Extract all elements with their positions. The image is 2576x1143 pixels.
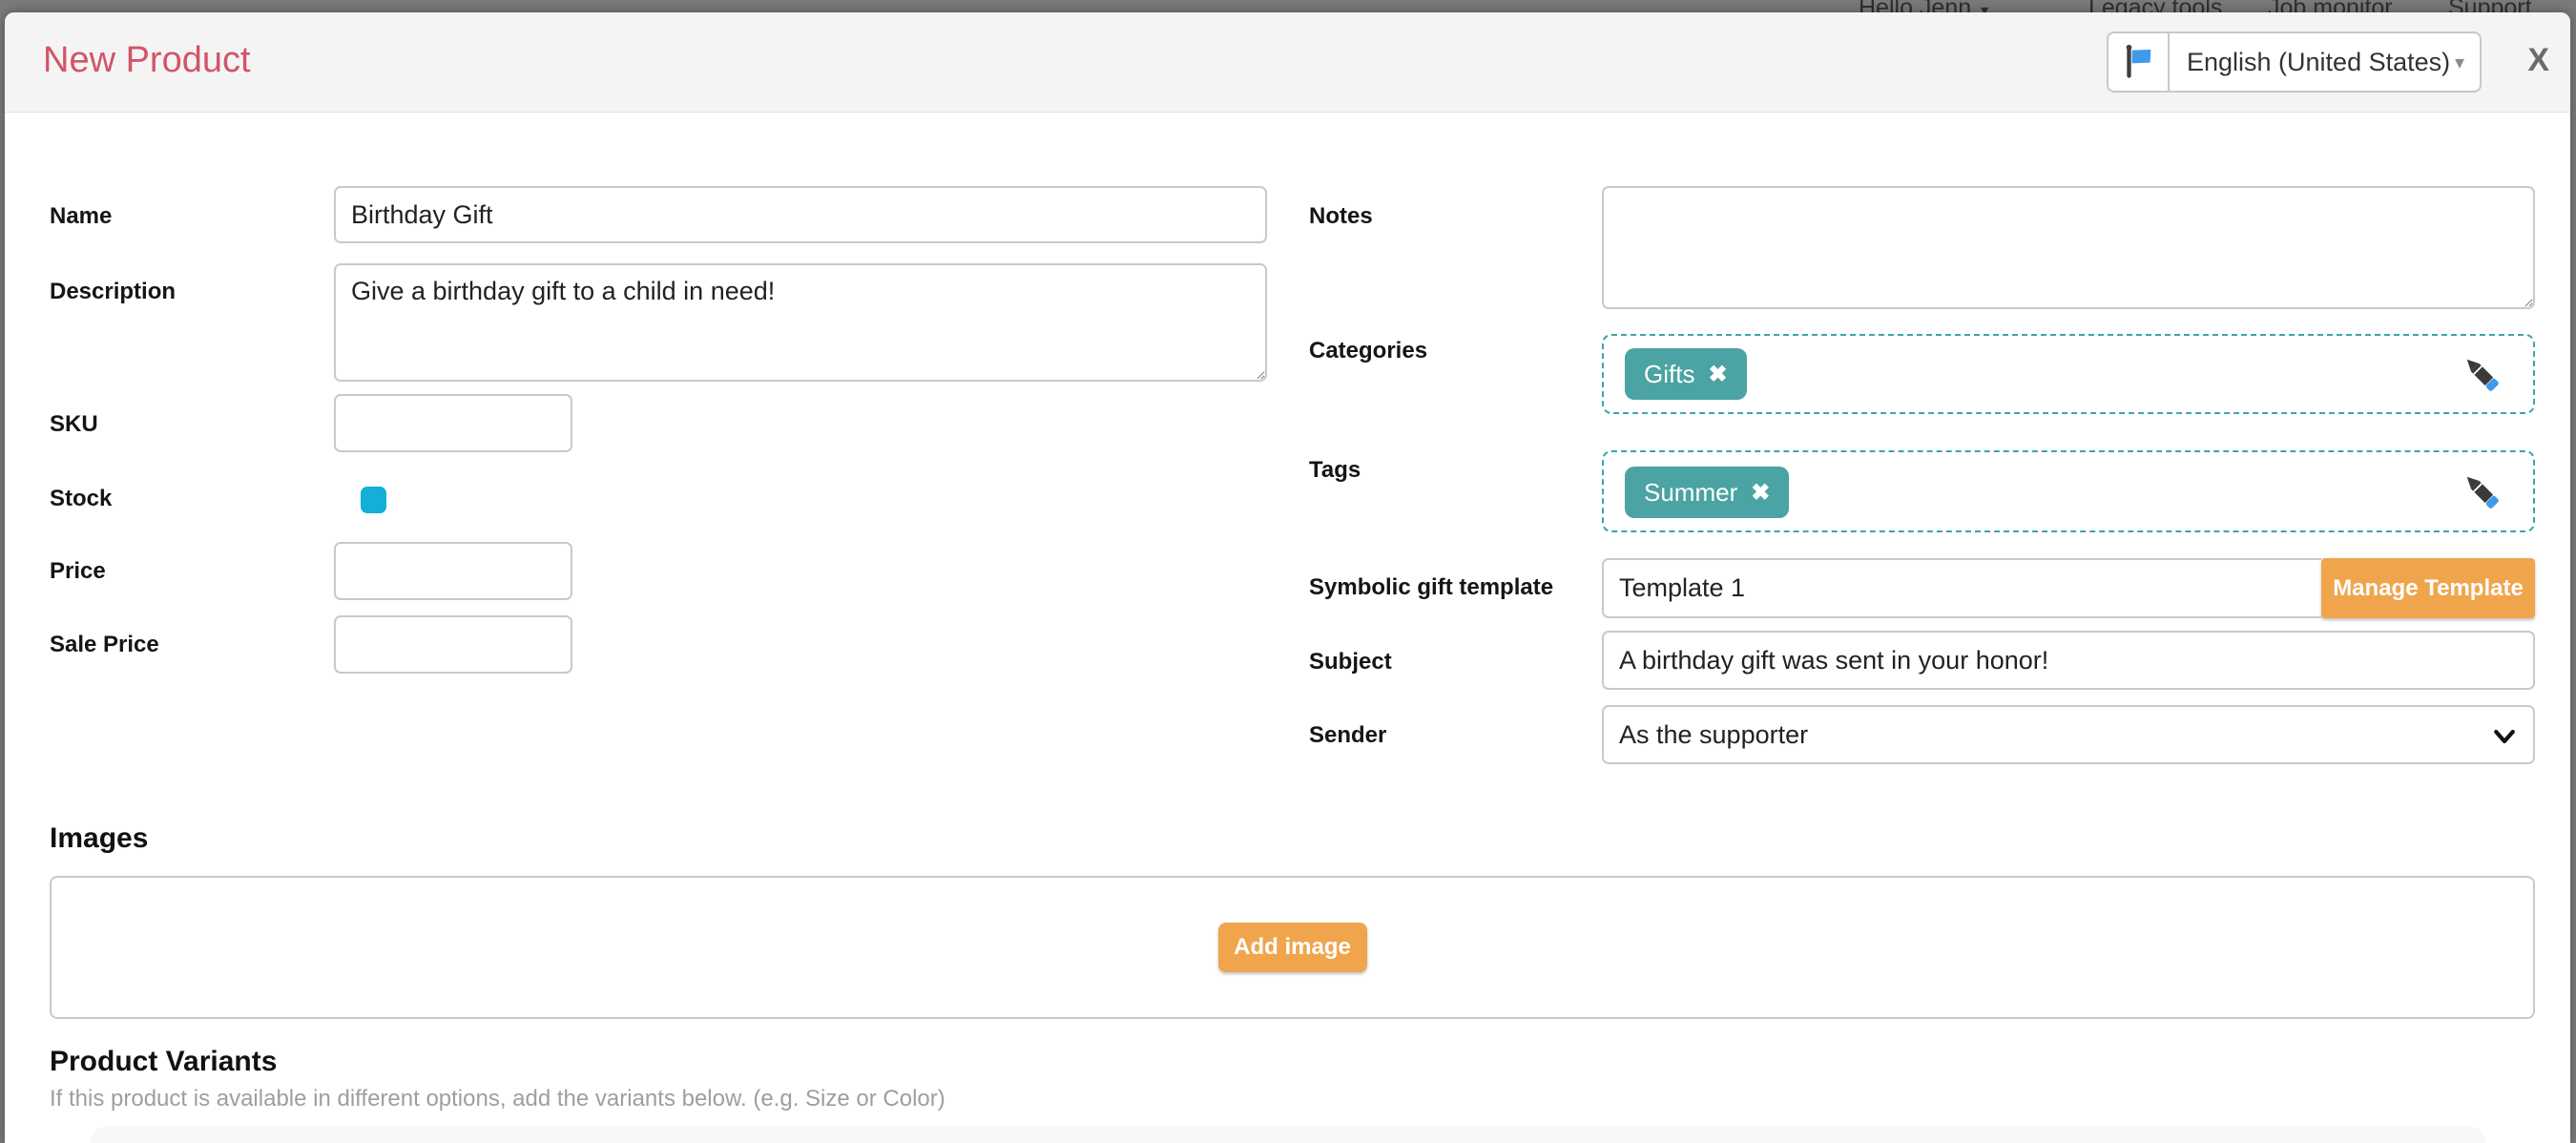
pencil-icon [2459, 351, 2504, 397]
edit-categories-button[interactable] [2459, 351, 2504, 397]
images-dropzone: Add image [50, 876, 2535, 1019]
modal-header: New Product English (United States) ▾ X [5, 12, 2570, 113]
variants-panel-top-edge [91, 1126, 2485, 1143]
categories-label: Categories [1309, 337, 1427, 365]
price-label: Price [50, 557, 106, 586]
categories-chip-area[interactable]: Gifts ✖ [1602, 334, 2535, 414]
symbolic-gift-template-input[interactable] [1602, 558, 2321, 618]
add-image-button[interactable]: Add image [1218, 923, 1367, 972]
subject-label: Subject [1309, 648, 1392, 676]
pencil-icon [2459, 468, 2504, 514]
sale-price-input[interactable] [334, 615, 572, 674]
symbolic-gift-template-row: Manage Template [1602, 558, 2535, 618]
tags-chip-area[interactable]: Summer ✖ [1602, 450, 2535, 532]
sale-price-label: Sale Price [50, 631, 159, 659]
remove-icon[interactable]: ✖ [1751, 479, 1770, 507]
notes-label: Notes [1309, 202, 1373, 231]
tag-chip-label: Summer [1644, 478, 1737, 508]
name-label: Name [50, 202, 112, 231]
tags-label: Tags [1309, 456, 1361, 485]
sender-label: Sender [1309, 721, 1386, 750]
language-value: English (United States) [2187, 48, 2455, 77]
caret-down-icon: ▾ [1981, 3, 1988, 12]
sku-label: SKU [50, 410, 98, 439]
nav-support[interactable]: Support [2448, 0, 2532, 12]
subject-input[interactable] [1602, 631, 2535, 690]
sku-input[interactable] [334, 394, 572, 452]
top-navigation-bar: Hello Jenn ▾ Legacy tools Job monitor Sup… [0, 0, 2576, 12]
sender-select[interactable]: As the supporter [1602, 705, 2535, 764]
language-selector[interactable]: English (United States) ▾ [2107, 31, 2482, 93]
close-button[interactable]: X [2527, 44, 2549, 76]
flag-button[interactable] [2109, 33, 2170, 91]
symbolic-gift-template-label: Symbolic gift template [1309, 573, 1553, 602]
remove-icon[interactable]: ✖ [1708, 361, 1727, 388]
nav-legacy-tools[interactable]: Legacy tools [2088, 0, 2222, 12]
modal-title: New Product [43, 40, 251, 81]
caret-down-icon: ▾ [2455, 51, 2464, 74]
nav-user-menu[interactable]: Hello Jenn ▾ [1859, 0, 1988, 12]
product-variants-subtext: If this product is available in differen… [50, 1086, 945, 1112]
images-heading: Images [50, 822, 148, 855]
nav-job-monitor[interactable]: Job monitor [2268, 0, 2393, 12]
category-chip: Gifts ✖ [1625, 348, 1747, 400]
stock-label: Stock [50, 485, 112, 513]
description-textarea[interactable]: Give a birthday gift to a child in need! [334, 263, 1267, 382]
flag-icon [2119, 43, 2157, 81]
category-chip-label: Gifts [1644, 360, 1694, 389]
name-input[interactable] [334, 186, 1267, 243]
language-dropdown[interactable]: English (United States) ▾ [2170, 33, 2480, 91]
manage-template-button[interactable]: Manage Template [2321, 558, 2535, 618]
price-input[interactable] [334, 542, 572, 600]
description-label: Description [50, 278, 176, 306]
stock-checkbox[interactable] [361, 487, 386, 513]
edit-tags-button[interactable] [2459, 468, 2504, 514]
nav-user-menu-label: Hello Jenn [1859, 0, 1971, 12]
product-variants-heading: Product Variants [50, 1046, 277, 1078]
tag-chip: Summer ✖ [1625, 467, 1789, 518]
notes-textarea[interactable] [1602, 186, 2535, 309]
